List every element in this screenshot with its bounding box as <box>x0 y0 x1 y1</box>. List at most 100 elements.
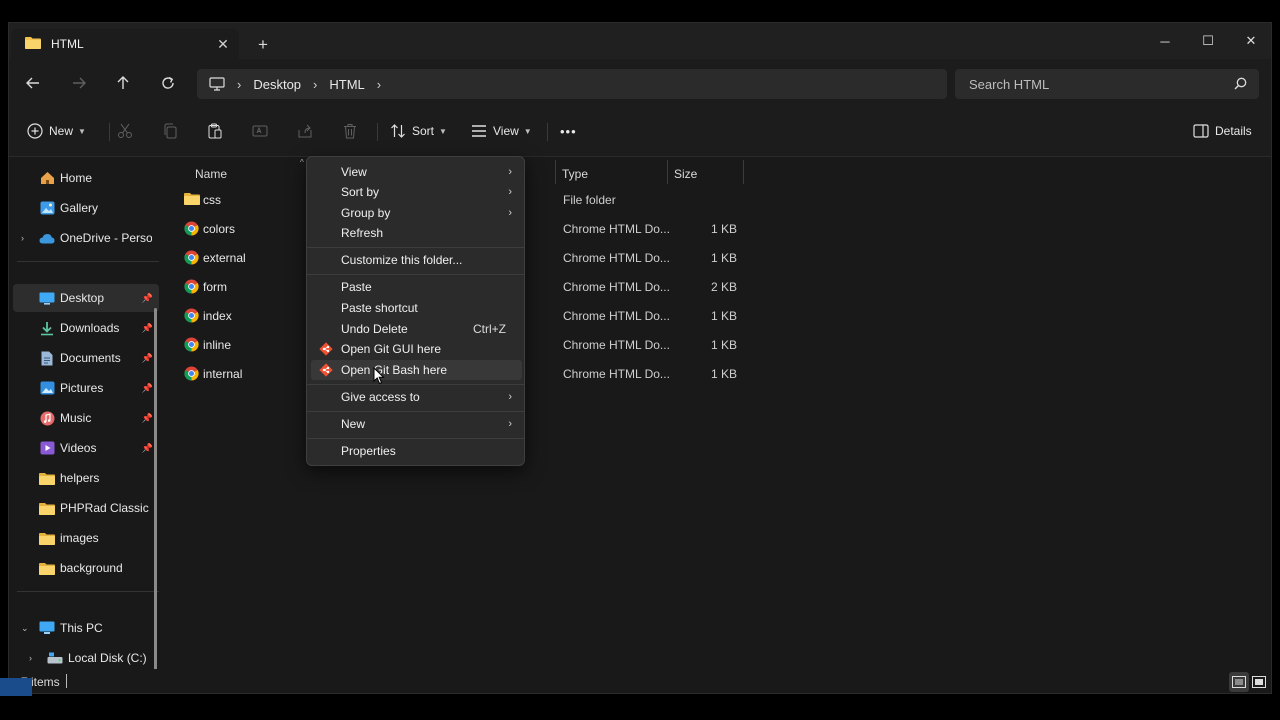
menu-item-customize-folder[interactable]: Customize this folder... <box>311 250 522 270</box>
sidebar-item-gallery[interactable]: Gallery <box>13 194 159 222</box>
rename-button[interactable] <box>252 119 268 143</box>
details-button[interactable]: Details <box>1193 119 1252 143</box>
cut-button[interactable] <box>117 119 133 143</box>
back-button[interactable] <box>21 71 45 95</box>
pin-icon[interactable]: 📌 <box>142 323 153 334</box>
sidebar-item-home[interactable]: Home <box>13 164 159 192</box>
pin-icon[interactable]: 📌 <box>142 293 153 304</box>
menu-item-properties[interactable]: Properties <box>311 441 522 461</box>
taskbar-edge <box>0 678 32 696</box>
forward-button[interactable] <box>67 71 91 95</box>
sidebar-item-documents[interactable]: Documents 📌 <box>13 344 159 372</box>
chevron-down-icon: ▼ <box>439 126 447 136</box>
breadcrumb-html[interactable]: HTML <box>329 77 364 92</box>
chrome-icon <box>184 279 199 297</box>
arrow-right-icon <box>73 77 86 89</box>
menu-item-view[interactable]: View › <box>311 162 522 182</box>
menu-item-refresh[interactable]: Refresh <box>311 223 522 243</box>
chevron-down-icon[interactable]: ⌄ <box>21 623 29 634</box>
pc-icon <box>209 77 225 91</box>
pin-icon[interactable]: 📌 <box>142 353 153 364</box>
search-input[interactable]: Search HTML <box>955 69 1259 99</box>
share-button[interactable] <box>297 119 313 143</box>
column-header-name[interactable]: Name <box>195 162 227 186</box>
chevron-down-icon: ▼ <box>523 126 532 136</box>
sidebar-item-background[interactable]: background <box>13 554 159 582</box>
column-divider[interactable] <box>743 160 744 184</box>
sidebar-item-desktop[interactable]: Desktop 📌 <box>13 284 159 312</box>
view-list-icon <box>472 125 486 137</box>
paste-button[interactable] <box>207 119 223 143</box>
address-bar[interactable]: › Desktop › HTML › <box>197 69 947 99</box>
sidebar-item-phprad[interactable]: PHPRad Classic P <box>13 494 159 522</box>
menu-divider <box>307 438 524 439</box>
menu-item-paste[interactable]: Paste <box>311 277 522 297</box>
delete-button[interactable] <box>342 119 358 143</box>
menu-item-undo-delete[interactable]: Undo Delete Ctrl+Z <box>311 319 522 339</box>
minimize-button[interactable]: ─ <box>1147 27 1183 55</box>
new-tab-button[interactable]: + <box>253 35 273 55</box>
pin-icon[interactable]: 📌 <box>142 443 153 454</box>
divider <box>377 123 378 141</box>
close-window-button[interactable]: ✕ <box>1233 27 1269 55</box>
sidebar-item-onedrive[interactable]: › OneDrive - Persor <box>13 224 159 252</box>
refresh-button[interactable] <box>156 71 180 95</box>
tab-html[interactable]: HTML ✕ <box>11 29 239 59</box>
chevron-right-icon: › <box>508 418 512 430</box>
sidebar-item-images[interactable]: images <box>13 524 159 552</box>
column-divider[interactable] <box>555 160 556 184</box>
desktop-icon <box>39 290 55 306</box>
sidebar-item-local-disk[interactable]: › Local Disk (C:) <box>21 644 167 672</box>
copy-button[interactable] <box>162 119 178 143</box>
menu-item-open-git-bash[interactable]: Open Git Bash here <box>311 360 522 380</box>
pin-icon[interactable]: 📌 <box>142 383 153 394</box>
tab-title: HTML <box>51 37 84 51</box>
status-bar: 7 items <box>9 669 1271 693</box>
breadcrumb-desktop[interactable]: Desktop <box>253 77 301 92</box>
chrome-icon <box>184 221 199 239</box>
chevron-right-icon[interactable]: › <box>29 653 32 663</box>
chevron-right-icon: › <box>313 76 318 92</box>
menu-item-group-by[interactable]: Group by › <box>311 203 522 223</box>
menu-item-paste-shortcut[interactable]: Paste shortcut <box>311 298 522 318</box>
pin-icon[interactable]: 📌 <box>142 413 153 424</box>
menu-divider <box>307 384 524 385</box>
close-tab-icon[interactable]: ✕ <box>213 34 233 54</box>
view-button[interactable]: View ▼ <box>471 119 532 143</box>
sort-button[interactable]: Sort ▼ <box>390 119 447 143</box>
menu-item-give-access[interactable]: Give access to › <box>311 387 522 407</box>
menu-item-sort-by[interactable]: Sort by › <box>311 182 522 202</box>
up-button[interactable] <box>111 71 135 95</box>
search-icon <box>1234 77 1247 90</box>
chevron-right-icon[interactable]: › <box>21 233 24 243</box>
folder-icon <box>39 560 55 576</box>
menu-item-open-git-gui[interactable]: Open Git GUI here <box>311 339 522 359</box>
maximize-button[interactable]: ☐ <box>1190 27 1226 55</box>
sidebar-scrollbar[interactable] <box>154 308 157 693</box>
details-pane-icon <box>1193 124 1209 138</box>
divider <box>547 123 548 141</box>
column-header-size[interactable]: Size <box>674 162 697 186</box>
sidebar-item-helpers[interactable]: helpers <box>13 464 159 492</box>
clipboard-icon <box>208 123 222 139</box>
sidebar-item-music[interactable]: Music 📌 <box>13 404 159 432</box>
scissors-icon <box>118 123 132 138</box>
rename-icon <box>252 125 268 137</box>
menu-item-new[interactable]: New › <box>311 414 522 434</box>
divider <box>109 123 110 141</box>
details-view-toggle[interactable] <box>1229 672 1249 692</box>
sidebar-item-downloads[interactable]: Downloads 📌 <box>13 314 159 342</box>
column-header-type[interactable]: Type <box>562 162 588 186</box>
sidebar-item-videos[interactable]: Videos 📌 <box>13 434 159 462</box>
sidebar-item-pictures[interactable]: Pictures 📌 <box>13 374 159 402</box>
new-button[interactable]: New ▼ <box>27 119 86 143</box>
folder-icon <box>39 500 55 516</box>
thumbnail-view-toggle[interactable] <box>1249 672 1269 692</box>
shortcut-label: Ctrl+Z <box>473 322 506 336</box>
sidebar-item-this-pc[interactable]: ⌄ This PC <box>13 614 159 642</box>
chevron-right-icon[interactable]: › <box>377 77 381 92</box>
menu-divider <box>307 274 524 275</box>
column-divider[interactable] <box>667 160 668 184</box>
more-options-button[interactable]: ••• <box>560 119 577 143</box>
share-icon <box>298 124 312 138</box>
